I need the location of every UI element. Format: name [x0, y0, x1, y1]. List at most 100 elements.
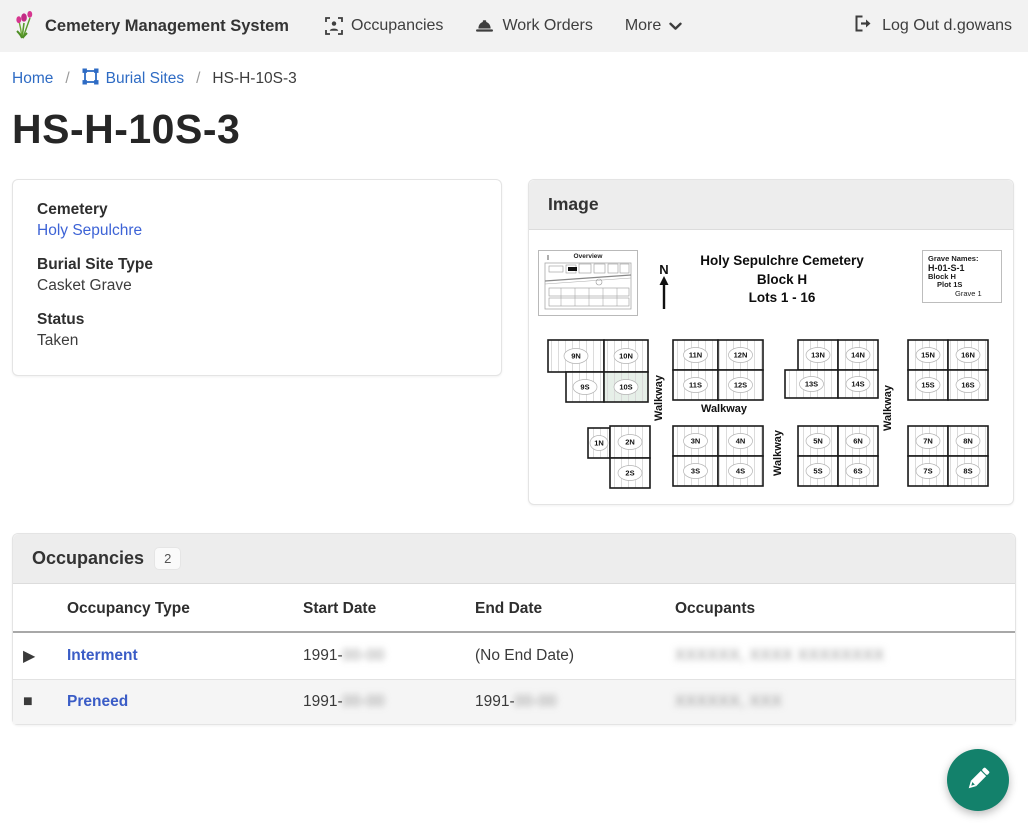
svg-text:4S: 4S — [736, 467, 745, 476]
pencil-icon — [963, 764, 993, 797]
image-card-title: Image — [548, 194, 599, 215]
chevron-down-icon — [669, 22, 682, 31]
occupancies-card: Occupancies 2 Occupancy Type Start Date … — [12, 533, 1016, 725]
svg-text:2N: 2N — [625, 438, 635, 447]
table-row-preneed: ■ Preneed 1991-00-00 1991-00-00 XXXXXX, … — [13, 680, 1015, 725]
logout-icon — [854, 15, 873, 37]
breadcrumb-label: Home — [12, 70, 53, 88]
svg-text:5S: 5S — [813, 467, 822, 476]
logout-label: Log Out d.gowans — [882, 17, 1012, 35]
column-header-start-date: Start Date — [293, 584, 465, 632]
svg-text:10S: 10S — [619, 383, 632, 392]
map-title-line: Holy Sepulchre Cemetery — [686, 252, 878, 271]
breadcrumb: Home / Burial Sites / HS-H-10S-3 — [0, 52, 1028, 90]
walkway-label: Walkway — [653, 374, 665, 421]
breadcrumb-separator: / — [196, 70, 200, 88]
svg-text:13N: 13N — [811, 351, 825, 360]
image-card-body: 9N10N9S10S11N12N11S12S13N14N13S14S15N16N… — [529, 230, 1013, 504]
svg-text:15S: 15S — [921, 381, 934, 390]
burial-site-details-card: Cemetery Holy Sepulchre Burial Site Type… — [12, 179, 502, 376]
svg-text:6N: 6N — [853, 437, 863, 446]
breadcrumb-current: HS-H-10S-3 — [212, 70, 296, 88]
svg-text:7N: 7N — [923, 437, 933, 446]
field-label: Burial Site Type — [37, 256, 477, 274]
svg-text:4N: 4N — [736, 437, 746, 446]
nav-item-label: Occupancies — [351, 17, 444, 35]
svg-text:16S: 16S — [961, 381, 974, 390]
interment-link[interactable]: Interment — [67, 647, 138, 664]
play-icon: ▶ — [13, 632, 57, 680]
selection-square-icon — [82, 68, 99, 90]
column-header-occupants: Occupants — [665, 584, 1015, 632]
north-arrow-icon — [658, 276, 670, 310]
svg-text:2S: 2S — [625, 469, 634, 478]
preneed-link[interactable]: Preneed — [67, 693, 128, 710]
occupants-cell: XXXXXX, XXX — [665, 680, 1015, 725]
end-date-cell: (No End Date) — [465, 632, 665, 680]
map-title-line: Lots 1 - 16 — [686, 289, 878, 308]
occupancies-count-badge: 2 — [155, 548, 180, 569]
nav-item-more[interactable]: More — [625, 17, 682, 35]
occupant-frame-icon — [325, 17, 343, 35]
field-label: Status — [37, 311, 477, 329]
redacted-text: 00-00 — [515, 693, 557, 711]
hard-hat-icon — [475, 18, 494, 34]
svg-text:14N: 14N — [851, 351, 865, 360]
svg-text:8S: 8S — [963, 467, 972, 476]
redacted-text: 00-00 — [343, 647, 385, 665]
nav-item-work-orders[interactable]: Work Orders — [475, 17, 592, 35]
overview-label: Overview — [539, 253, 637, 260]
field-value: Casket Grave — [37, 277, 477, 295]
redacted-text: 00-00 — [343, 693, 385, 711]
svg-text:8N: 8N — [963, 437, 973, 446]
cemetery-link[interactable]: Holy Sepulchre — [37, 222, 142, 239]
edit-fab-button[interactable] — [947, 749, 1009, 811]
nav-item-label: More — [625, 17, 661, 35]
nav-item-label: Work Orders — [502, 17, 592, 35]
svg-text:7S: 7S — [923, 467, 932, 476]
walkway-label: Walkway — [772, 429, 784, 476]
start-date-cell: 1991-00-00 — [293, 632, 465, 680]
svg-text:15N: 15N — [921, 351, 935, 360]
svg-text:6S: 6S — [853, 467, 862, 476]
start-date-cell: 1991-00-00 — [293, 680, 465, 725]
svg-text:9N: 9N — [571, 352, 581, 361]
table-row-interment: ▶ Interment 1991-00-00 (No End Date) XXX… — [13, 632, 1015, 680]
nav-item-occupancies[interactable]: Occupancies — [325, 17, 444, 35]
redacted-text: XXXXXX, XXXX XXXXXXXX — [675, 647, 885, 665]
field-value: Taken — [37, 332, 477, 350]
end-date-cell: 1991-00-00 — [465, 680, 665, 725]
svg-text:12S: 12S — [734, 381, 747, 390]
table-header-row: Occupancy Type Start Date End Date Occup… — [13, 584, 1015, 632]
logout-button[interactable]: Log Out d.gowans — [854, 15, 1012, 37]
svg-text:1N: 1N — [594, 439, 604, 448]
app-title: Cemetery Management System — [45, 17, 289, 36]
cards-row: Cemetery Holy Sepulchre Burial Site Type… — [0, 179, 1028, 505]
breadcrumb-burial-sites-link[interactable]: Burial Sites — [82, 68, 184, 90]
breadcrumb-label: Burial Sites — [106, 70, 184, 88]
svg-text:9S: 9S — [580, 383, 589, 392]
svg-text:13S: 13S — [805, 380, 818, 389]
compass-n-label: N — [655, 264, 673, 276]
svg-text:11N: 11N — [689, 351, 702, 360]
field-label: Cemetery — [37, 201, 477, 219]
grave-names-legend: Grave Names: H-01-S-1 Block H Plot 1S Gr… — [922, 250, 1002, 303]
column-header-occupancy-type: Occupancy Type — [57, 584, 293, 632]
column-header-icon — [13, 584, 57, 632]
field-burial-site-type: Burial Site Type Casket Grave — [37, 256, 477, 295]
svg-text:11S: 11S — [689, 381, 702, 390]
occupants-cell: XXXXXX, XXXX XXXXXXXX — [665, 632, 1015, 680]
svg-text:3S: 3S — [691, 467, 700, 476]
overview-map-thumbnail: Overview — [538, 250, 638, 316]
page-title: HS-H-10S-3 — [12, 106, 1016, 153]
svg-text:12N: 12N — [734, 351, 748, 360]
column-header-end-date: End Date — [465, 584, 665, 632]
tulip-logo-icon — [12, 9, 36, 44]
svg-text:14S: 14S — [851, 380, 864, 389]
occupancies-table: Occupancy Type Start Date End Date Occup… — [13, 584, 1015, 724]
svg-text:3N: 3N — [691, 437, 701, 446]
svg-text:5N: 5N — [813, 437, 823, 446]
image-card-header: Image — [529, 180, 1013, 230]
north-compass: N — [655, 264, 673, 315]
breadcrumb-home-link[interactable]: Home — [12, 70, 53, 88]
